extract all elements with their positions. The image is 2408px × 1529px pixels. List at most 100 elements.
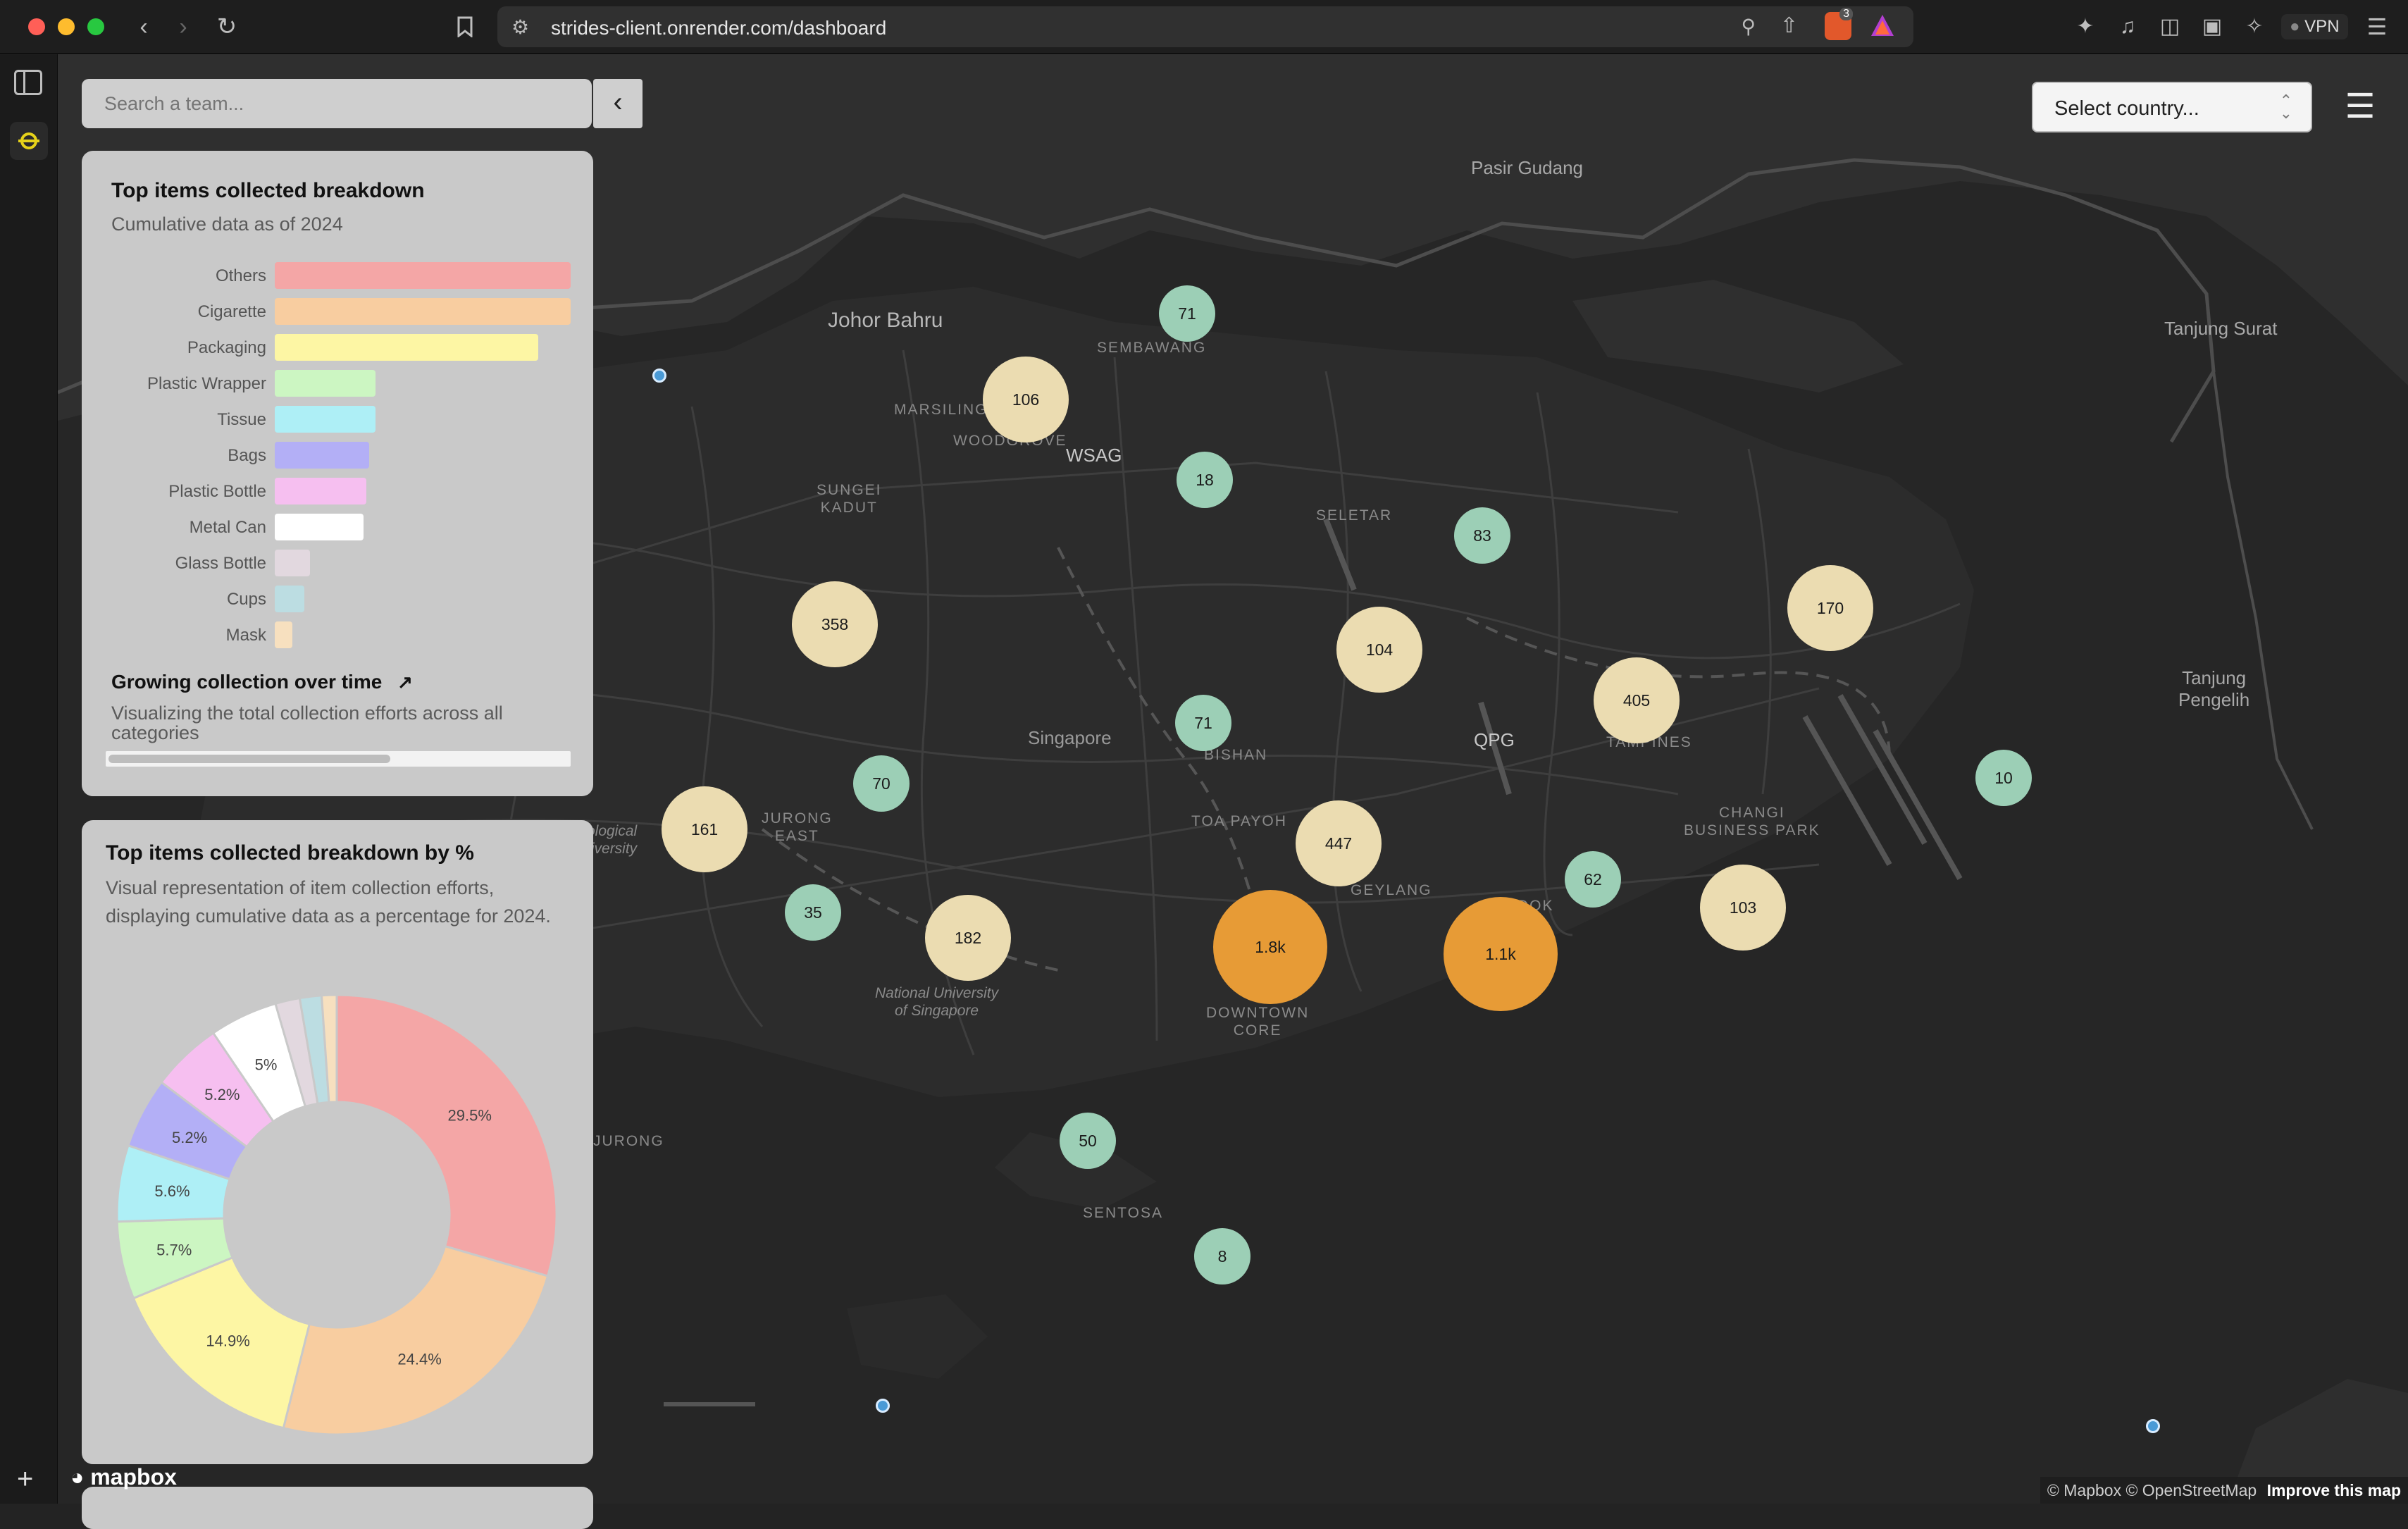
leo-ai-icon[interactable]: ✧ xyxy=(2238,10,2271,44)
bar[interactable] xyxy=(275,621,292,648)
cluster-marker[interactable]: 62 xyxy=(1565,851,1621,908)
cluster-marker[interactable]: 405 xyxy=(1594,657,1680,743)
country-select[interactable]: Select country... ⌃ ⌄ xyxy=(2032,82,2312,132)
location-point-marker[interactable] xyxy=(652,369,666,383)
maximize-window-button[interactable] xyxy=(87,18,104,35)
scrollbar-thumb[interactable] xyxy=(108,755,390,763)
bar[interactable] xyxy=(275,406,376,433)
collapse-panel-button[interactable]: ‹ xyxy=(593,79,643,128)
back-icon[interactable]: ‹ xyxy=(127,10,161,44)
percent-card-subtitle: Visual representation of item collection… xyxy=(106,877,551,927)
browser-toolbar: ‹ › ↻ ⚙ strides-client.onrender.com/dash… xyxy=(0,0,2408,54)
horizontal-scrollbar[interactable] xyxy=(106,751,571,767)
cluster-marker[interactable]: 1.8k xyxy=(1213,890,1327,1004)
bar-label: Tissue xyxy=(217,410,266,429)
cluster-marker[interactable]: 70 xyxy=(853,755,910,812)
place-label-johor-bahru: Johor Bahru xyxy=(828,309,943,332)
location-point-marker[interactable] xyxy=(2146,1419,2160,1433)
cluster-marker[interactable]: 35 xyxy=(785,884,841,941)
bar[interactable] xyxy=(275,370,376,397)
chevron-left-icon: ‹ xyxy=(613,87,623,118)
place-label-pasir-gudang: Pasir Gudang xyxy=(1471,157,1583,178)
forward-icon[interactable]: › xyxy=(166,10,200,44)
location-icon[interactable]: ⚲ xyxy=(1741,15,1756,38)
updown-chevron-icon: ⌃ ⌄ xyxy=(2279,92,2292,122)
bar[interactable] xyxy=(275,262,571,289)
country-select-label: Select country... xyxy=(2054,97,2199,120)
cluster-marker[interactable]: 103 xyxy=(1700,865,1786,951)
bar[interactable] xyxy=(275,334,538,361)
cluster-marker[interactable]: 18 xyxy=(1177,452,1233,508)
bar[interactable] xyxy=(275,442,369,469)
url-text[interactable]: strides-client.onrender.com/dashboard xyxy=(551,17,886,39)
bar-label: Plastic Bottle xyxy=(168,482,266,501)
bar-label: Cups xyxy=(226,590,266,609)
cluster-marker[interactable]: 358 xyxy=(792,581,878,667)
bar-label: Packaging xyxy=(187,338,266,357)
site-settings-icon[interactable]: ⚙ xyxy=(511,16,529,39)
wallet-icon[interactable]: ▣ xyxy=(2195,10,2229,44)
browser-menu-icon[interactable]: ☰ xyxy=(2360,10,2394,44)
cluster-marker[interactable]: 104 xyxy=(1336,607,1422,693)
donut-slice[interactable] xyxy=(282,1244,550,1436)
rewards-icon[interactable] xyxy=(1870,13,1895,41)
close-window-button[interactable] xyxy=(28,18,45,35)
place-label-tanjung-surat: Tanjung Surat xyxy=(2164,318,2278,339)
southern-island xyxy=(847,1294,988,1379)
share-icon[interactable]: ⇧ xyxy=(1780,13,1798,38)
cluster-marker[interactable]: 71 xyxy=(1159,285,1215,342)
vpn-status-icon: ● xyxy=(2290,17,2300,36)
bar[interactable] xyxy=(275,550,310,576)
breakdown-card: Top items collected breakdown Cumulative… xyxy=(82,151,593,796)
donut-slice-label: 14.9% xyxy=(206,1332,249,1349)
percent-card: Top items collected breakdown by % Visua… xyxy=(82,820,593,1464)
bar[interactable] xyxy=(275,478,366,504)
hamburger-menu-icon[interactable]: ☰ xyxy=(2339,87,2381,127)
mapbox-logo-icon: ◕ xyxy=(70,1464,85,1490)
extension-badge: 3 xyxy=(1839,8,1853,20)
place-label-sentosa: SENTOSA xyxy=(1083,1205,1163,1221)
sidebar-panel-icon[interactable] xyxy=(14,70,42,95)
extensions-icon[interactable]: ✦ xyxy=(2068,10,2102,44)
cluster-marker[interactable]: 1.1k xyxy=(1444,897,1558,1011)
cluster-marker[interactable]: 182 xyxy=(925,895,1011,981)
bar-label: Others xyxy=(215,266,266,285)
media-icon[interactable]: ♫ xyxy=(2111,10,2145,44)
breakdown-card-subtitle: Cumulative data as of 2024 xyxy=(111,213,343,235)
minimize-window-button[interactable] xyxy=(58,18,75,35)
donut-slice-label: 5% xyxy=(255,1056,278,1073)
cluster-marker[interactable]: 71 xyxy=(1175,695,1231,751)
bookmark-icon[interactable] xyxy=(448,10,482,44)
place-label-tanjung-pengelih: Tanjung Pengelih xyxy=(2178,667,2250,711)
cluster-marker[interactable]: 8 xyxy=(1194,1228,1250,1285)
cluster-marker[interactable]: 106 xyxy=(983,357,1069,442)
cluster-marker[interactable]: 10 xyxy=(1975,750,2032,806)
bar[interactable] xyxy=(275,586,304,612)
place-label-downtown-core: DOWNTOWN CORE xyxy=(1206,1005,1310,1039)
cluster-marker[interactable]: 50 xyxy=(1060,1113,1116,1169)
bar-label: Bags xyxy=(228,446,266,465)
place-label-qpg: QPG xyxy=(1474,729,1515,750)
location-point-marker[interactable] xyxy=(876,1399,890,1413)
bar[interactable] xyxy=(275,298,571,325)
cluster-marker[interactable]: 447 xyxy=(1296,800,1382,886)
donut-slice-label: 5.6% xyxy=(154,1182,190,1200)
map-attribution: © Mapbox © OpenStreetMap Improve this ma… xyxy=(2040,1477,2408,1504)
team-search-input[interactable] xyxy=(82,79,592,128)
sidebar-toggle-icon[interactable]: ◫ xyxy=(2153,10,2187,44)
place-label-singapore: Singapore xyxy=(1028,727,1112,748)
bar[interactable] xyxy=(275,514,364,540)
address-bar[interactable]: ⚙ strides-client.onrender.com/dashboard … xyxy=(497,6,1913,47)
reload-icon[interactable]: ↻ xyxy=(210,10,244,44)
add-panel-icon[interactable]: + xyxy=(17,1463,33,1495)
cluster-marker[interactable]: 83 xyxy=(1454,507,1510,564)
cluster-marker[interactable]: 170 xyxy=(1787,565,1873,651)
donut-slice[interactable] xyxy=(335,993,558,1277)
vpn-button[interactable]: ● VPN xyxy=(2281,14,2348,39)
improve-map-link[interactable]: Improve this map xyxy=(2267,1481,2401,1499)
strides-tab-icon[interactable] xyxy=(10,122,48,160)
donut-slice-label: 5.7% xyxy=(156,1241,192,1258)
donut-slice-label: 24.4% xyxy=(397,1351,441,1368)
cluster-marker[interactable]: 161 xyxy=(662,786,747,872)
mapbox-logo[interactable]: ◕ mapbox xyxy=(70,1464,177,1490)
